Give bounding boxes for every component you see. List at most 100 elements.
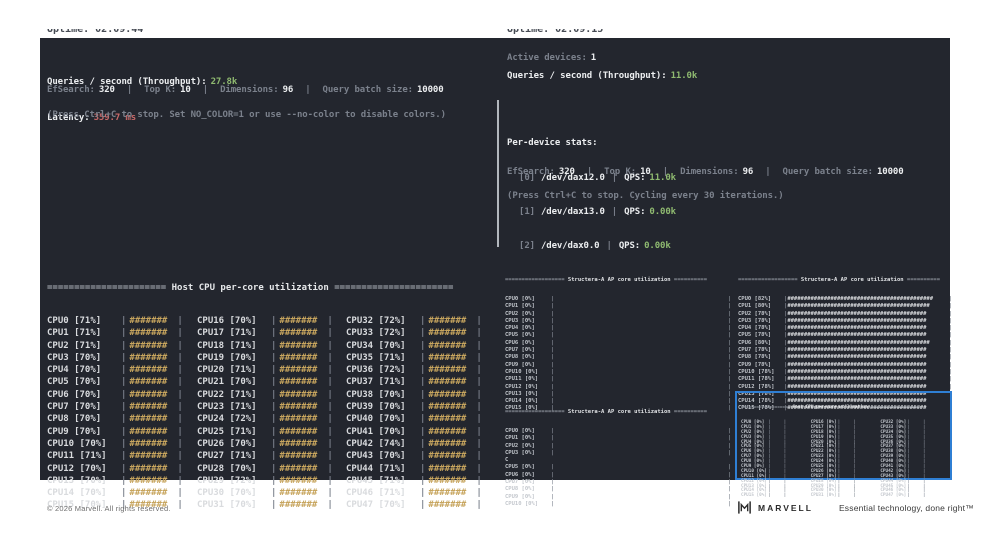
cpu-bar: ####### xyxy=(428,352,467,363)
cpu-bar: ####### xyxy=(279,475,318,486)
cpu-label: CPU13 [70%] xyxy=(47,475,107,486)
bar-pipe: | xyxy=(551,435,555,442)
core-row: CPU11 [0%] | | xyxy=(505,376,731,383)
cpu-cell: CPU30 [70%] | ####### | xyxy=(197,487,346,499)
core-row: CPU6 [0%] | | xyxy=(505,340,731,347)
cpu-bar: ####### xyxy=(279,426,318,437)
bar-pipe: | xyxy=(121,463,127,474)
footer-brand: MARVELL Essential technology, done right… xyxy=(737,500,974,515)
bar-pipe: | xyxy=(948,303,952,310)
core-bar-field: | #######################################… xyxy=(784,376,949,383)
cpu-label: CPU47 [70%] xyxy=(346,500,406,511)
bar-pipe: | xyxy=(420,451,426,462)
panel-header: =================== Host CPU per-core ut… xyxy=(741,405,946,411)
cpu-label: CPU5 [70%] xyxy=(47,377,102,388)
cpu-bar: ####### xyxy=(129,463,168,474)
bar-pipe: | xyxy=(922,493,926,499)
cpu-label: CPU26 [70%] xyxy=(197,438,257,449)
core-label: CPU9 [0%] xyxy=(505,361,535,368)
cpu-bar: ####### xyxy=(279,438,318,449)
panel-header: ================== Structera-A AP core u… xyxy=(505,408,731,416)
core-bar-field: | #######################################… xyxy=(784,311,949,318)
cpu-label: CPU44 [71%] xyxy=(346,463,406,474)
marvell-logo-icon xyxy=(737,500,752,515)
bar-pipe: | xyxy=(420,389,426,400)
bar-pipe: | xyxy=(271,438,277,449)
cpu-label: CPU30 [70%] xyxy=(197,488,257,499)
core-bar: ########################################… xyxy=(787,303,930,310)
bar-pipe: | xyxy=(177,340,183,351)
bar-pipe: | xyxy=(948,310,952,317)
cpu-label: CPU14 [70%] xyxy=(47,488,107,499)
structera-idle-panel-bottom: ================== Structera-A AP core u… xyxy=(505,396,731,520)
cpu-label: CPU29 [72%] xyxy=(197,475,257,486)
bar-pipe: | xyxy=(121,316,127,326)
cpu-cell: CPU13 [70%] | ####### | xyxy=(47,475,197,487)
core-bar-field: | | xyxy=(551,443,731,450)
bar-pipe: | xyxy=(948,383,952,390)
cpu-cell: CPU20 [71%] | ####### | xyxy=(197,364,346,376)
bar-pipe: | xyxy=(177,488,183,499)
core-bar-field: | | xyxy=(551,325,731,332)
cpu-bar: ####### xyxy=(428,365,467,376)
bar-pipe: | xyxy=(271,340,277,351)
footer-copyright: © 2026 Marvell. All rights reserved. xyxy=(47,504,171,513)
cpu-cell: CPU0 [71%] | ####### | xyxy=(47,315,197,327)
core-label: CPU8 [0%] xyxy=(505,486,535,493)
core-bar-field: | | xyxy=(551,340,731,347)
core-row: CPU6 [80%] | #############################… xyxy=(738,340,952,347)
bar-pipe: | xyxy=(327,365,333,376)
cpu-bar: ####### xyxy=(279,377,318,388)
core-row: CPU1 [80%] | #############################… xyxy=(738,303,952,310)
throughput-label: Queries / second (Throughput): xyxy=(507,71,667,81)
bar-pipe: | xyxy=(551,428,555,434)
cpu-cell: CPU8 [70%] | ####### | xyxy=(47,413,197,425)
device-path: /dev/dax13.0 xyxy=(540,207,605,217)
cpu-cell: CPU24 [72%] | ####### | xyxy=(197,413,346,425)
bar-pipe: | xyxy=(420,340,426,351)
bar-pipe: | xyxy=(948,317,952,324)
core-row: CPU1 [0%] | | xyxy=(505,303,731,310)
structera-idle-bottom-rows: CPU0 [0%] | | CPU1 [0%] | | CPU2 [0%] | | CPU3 [0… xyxy=(505,428,731,508)
bar-pipe: | xyxy=(420,414,426,425)
cpu-label: CPU16 [70%] xyxy=(197,316,257,326)
bar-pipe: | xyxy=(177,438,183,449)
cpu-bar: ####### xyxy=(279,500,318,511)
core-label: CPU4 [78%] xyxy=(738,325,772,332)
core-bar-field: | | xyxy=(551,486,731,493)
panel-title: Structera-A AP core utilization xyxy=(564,409,674,415)
cpu-cell: CPU23 [71%] | ####### | xyxy=(197,401,346,413)
cpu-cell: CPU10 [70%] | ####### | xyxy=(47,438,197,450)
bar-pipe: | xyxy=(727,428,731,434)
core-row: CPU3 [78%] | #############################… xyxy=(738,318,952,325)
bar-pipe: | xyxy=(271,365,277,376)
device-separator: | xyxy=(606,241,612,251)
bar-pipe: | xyxy=(327,402,333,413)
bar-pipe: | xyxy=(327,488,333,499)
header-equals: =================== xyxy=(741,405,791,410)
bar-pipe: | xyxy=(948,296,952,302)
header-equals: ========== xyxy=(906,277,941,283)
core-row: CPU8 [78%] | #############################… xyxy=(738,354,952,361)
core-bar-field: | #######################################… xyxy=(784,303,949,310)
bar-pipe: | xyxy=(271,352,277,363)
core-bar: ########################################… xyxy=(787,296,934,302)
cpu-label: CPU11 [71%] xyxy=(47,451,107,462)
cpu-cell: CPU33 [72%] | ####### | xyxy=(346,327,495,339)
cpu-cell: CPU9 [70%] | ####### | xyxy=(47,426,197,438)
core-label: CPU7 [0%] xyxy=(505,479,535,486)
cpu-cell: CPU5 [70%] | ####### | xyxy=(47,376,197,388)
cpu-label: CPU19 [70%] xyxy=(197,352,257,363)
bar-pipe: | xyxy=(551,361,555,368)
cpu-bar: ####### xyxy=(279,488,318,499)
cpu-cell: CPU40 [70%] | ####### | xyxy=(346,413,495,425)
cpu-bar: ####### xyxy=(428,438,467,449)
cpu-label: CPU31 [0%] xyxy=(810,493,837,499)
cpu-cell: CPU35 [71%] | ####### | xyxy=(346,352,495,364)
core-row: CPU6 [0%] | | xyxy=(505,472,731,479)
header-equals: ========== xyxy=(673,409,708,415)
bar-pipe: | xyxy=(948,354,952,361)
cpu-bar: ####### xyxy=(129,451,168,462)
core-bar-field: | | xyxy=(551,376,731,383)
core-row: CPU10 [0%] | | xyxy=(505,369,731,376)
